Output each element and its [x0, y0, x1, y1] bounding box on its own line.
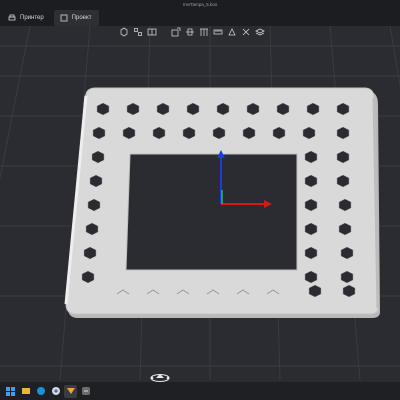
support-icon[interactable] — [198, 26, 210, 38]
scene-canvas[interactable] — [0, 26, 400, 380]
frame-cutout — [125, 153, 298, 271]
project-icon — [60, 14, 68, 22]
add-box-icon[interactable] — [118, 26, 130, 38]
slicer-icon[interactable] — [64, 384, 77, 398]
split-icon[interactable] — [146, 26, 158, 38]
3d-viewport[interactable] — [0, 26, 400, 380]
tab-project[interactable]: Проект — [53, 10, 100, 26]
windows-start-icon[interactable] — [4, 385, 17, 398]
arrange-icon[interactable] — [132, 26, 144, 38]
cut-icon[interactable] — [184, 26, 196, 38]
explorer-icon[interactable] — [19, 385, 32, 398]
chrome-icon[interactable] — [49, 385, 62, 398]
tab-project-label: Проект — [71, 15, 92, 21]
window-title: rmsTampa_5.box — [182, 2, 218, 7]
seam-icon[interactable] — [240, 26, 252, 38]
top-toolbar — [118, 26, 266, 40]
paint-icon[interactable] — [226, 26, 238, 38]
printer-icon — [8, 14, 16, 22]
edge-icon[interactable] — [34, 385, 47, 398]
measure-icon[interactable] — [212, 26, 224, 38]
layers-icon[interactable] — [254, 26, 266, 38]
scale-icon[interactable] — [170, 26, 182, 38]
tab-printer[interactable]: Принтер — [2, 10, 52, 26]
app-icon[interactable] — [79, 385, 92, 398]
os-taskbar — [0, 382, 400, 400]
tab-printer-label: Принтер — [20, 15, 44, 21]
tab-bar: Принтер Проект — [0, 9, 400, 27]
